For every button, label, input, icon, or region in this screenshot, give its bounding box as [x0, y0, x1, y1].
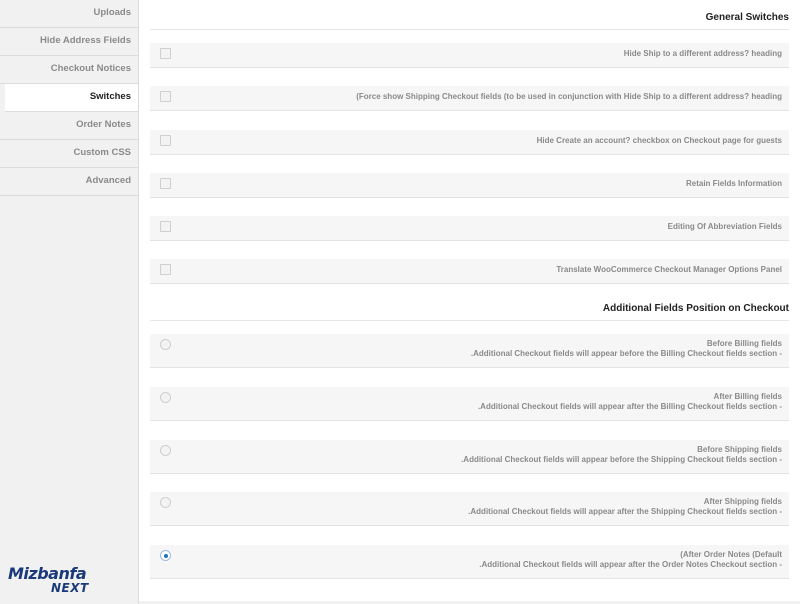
position-option-title: Before Shipping fields — [697, 445, 782, 454]
switch-label: Hide Ship to a different address? headin… — [623, 49, 782, 58]
position-option-text: Before Shipping fields .Additional Check… — [461, 445, 782, 465]
switch-checkbox[interactable] — [160, 264, 171, 275]
position-option: After Billing fields .Additional Checkou… — [150, 387, 789, 421]
switch-checkbox[interactable] — [160, 221, 171, 232]
position-option-text: Before Billing fields .Additional Checko… — [471, 339, 782, 359]
general-switches-title: General Switches — [705, 12, 789, 23]
switch-checkbox[interactable] — [160, 91, 171, 102]
position-radio-selected[interactable] — [160, 550, 171, 561]
sidebar-item-checkout-notices[interactable]: Checkout Notices — [0, 56, 138, 84]
sidebar-item-switches[interactable]: Switches — [5, 84, 138, 112]
position-radio[interactable] — [160, 497, 171, 508]
sidebar-item-hide-address-fields[interactable]: Hide Address Fields — [0, 28, 138, 56]
position-radio[interactable] — [160, 445, 171, 456]
switch-checkbox[interactable] — [160, 178, 171, 189]
position-option: After Shipping fields .Additional Checko… — [150, 492, 789, 526]
position-radio[interactable] — [160, 339, 171, 350]
mizbanfa-logo: Mizbanfa NEXT — [8, 565, 108, 599]
switch-checkbox[interactable] — [160, 135, 171, 146]
switch-label: Retain Fields Information — [685, 179, 782, 188]
switch-label: (Force show Shipping Checkout fields (to… — [356, 92, 782, 101]
position-option: Before Shipping fields .Additional Check… — [150, 440, 789, 474]
switches-panel: General Switches Hide Ship to a differen… — [139, 0, 800, 604]
sidebar-item-uploads[interactable]: Uploads — [0, 0, 138, 28]
logo-brand: Mizbanfa — [8, 564, 87, 583]
position-option-desc: .Additional Checkout fields will appear … — [479, 560, 782, 569]
switch-row: Translate WooCommerce Checkout Manager O… — [150, 259, 789, 284]
logo-sub: NEXT — [51, 581, 89, 595]
sidebar-item-custom-css[interactable]: Custom CSS — [0, 140, 138, 168]
position-option-title: Before Billing fields — [706, 339, 782, 348]
position-option-desc: .Additional Checkout fields will appear … — [468, 507, 782, 516]
fields-position-title: Additional Fields Position on Checkout — [602, 303, 789, 314]
switch-row: (Force show Shipping Checkout fields (to… — [150, 86, 789, 111]
switch-row: Hide Ship to a different address? headin… — [150, 43, 789, 68]
position-option-title: After Shipping fields — [703, 497, 782, 506]
switch-checkbox[interactable] — [160, 48, 171, 59]
position-option: Before Billing fields .Additional Checko… — [150, 334, 789, 368]
position-option-desc: .Additional Checkout fields will appear … — [461, 455, 782, 464]
position-option: (After Order Notes (Default .Additional … — [150, 545, 789, 579]
position-radio[interactable] — [160, 392, 171, 403]
position-option-desc: .Additional Checkout fields will appear … — [470, 349, 782, 358]
position-option-title: (After Order Notes (Default — [680, 550, 782, 559]
sidebar-item-order-notes[interactable]: Order Notes — [0, 112, 138, 140]
position-option-text: After Billing fields .Additional Checkou… — [478, 392, 782, 412]
switch-label: Translate WooCommerce Checkout Manager O… — [556, 265, 782, 274]
position-option-text: (After Order Notes (Default .Additional … — [479, 550, 782, 570]
divider — [150, 29, 789, 30]
position-option-title: After Billing fields — [713, 392, 782, 401]
switch-label: Editing Of Abbreviation Fields — [667, 222, 782, 231]
switch-row: Hide Create an account? checkbox on Chec… — [150, 130, 789, 155]
settings-sidebar: Uploads Hide Address Fields Checkout Not… — [0, 0, 139, 604]
position-option-text: After Shipping fields .Additional Checko… — [468, 497, 782, 517]
sidebar-item-advanced[interactable]: Advanced — [0, 168, 138, 196]
switch-row: Retain Fields Information — [150, 173, 789, 198]
switch-label: Hide Create an account? checkbox on Chec… — [536, 136, 782, 145]
switch-row: Editing Of Abbreviation Fields — [150, 216, 789, 241]
position-option-desc: .Additional Checkout fields will appear … — [477, 402, 782, 411]
divider — [150, 320, 789, 321]
